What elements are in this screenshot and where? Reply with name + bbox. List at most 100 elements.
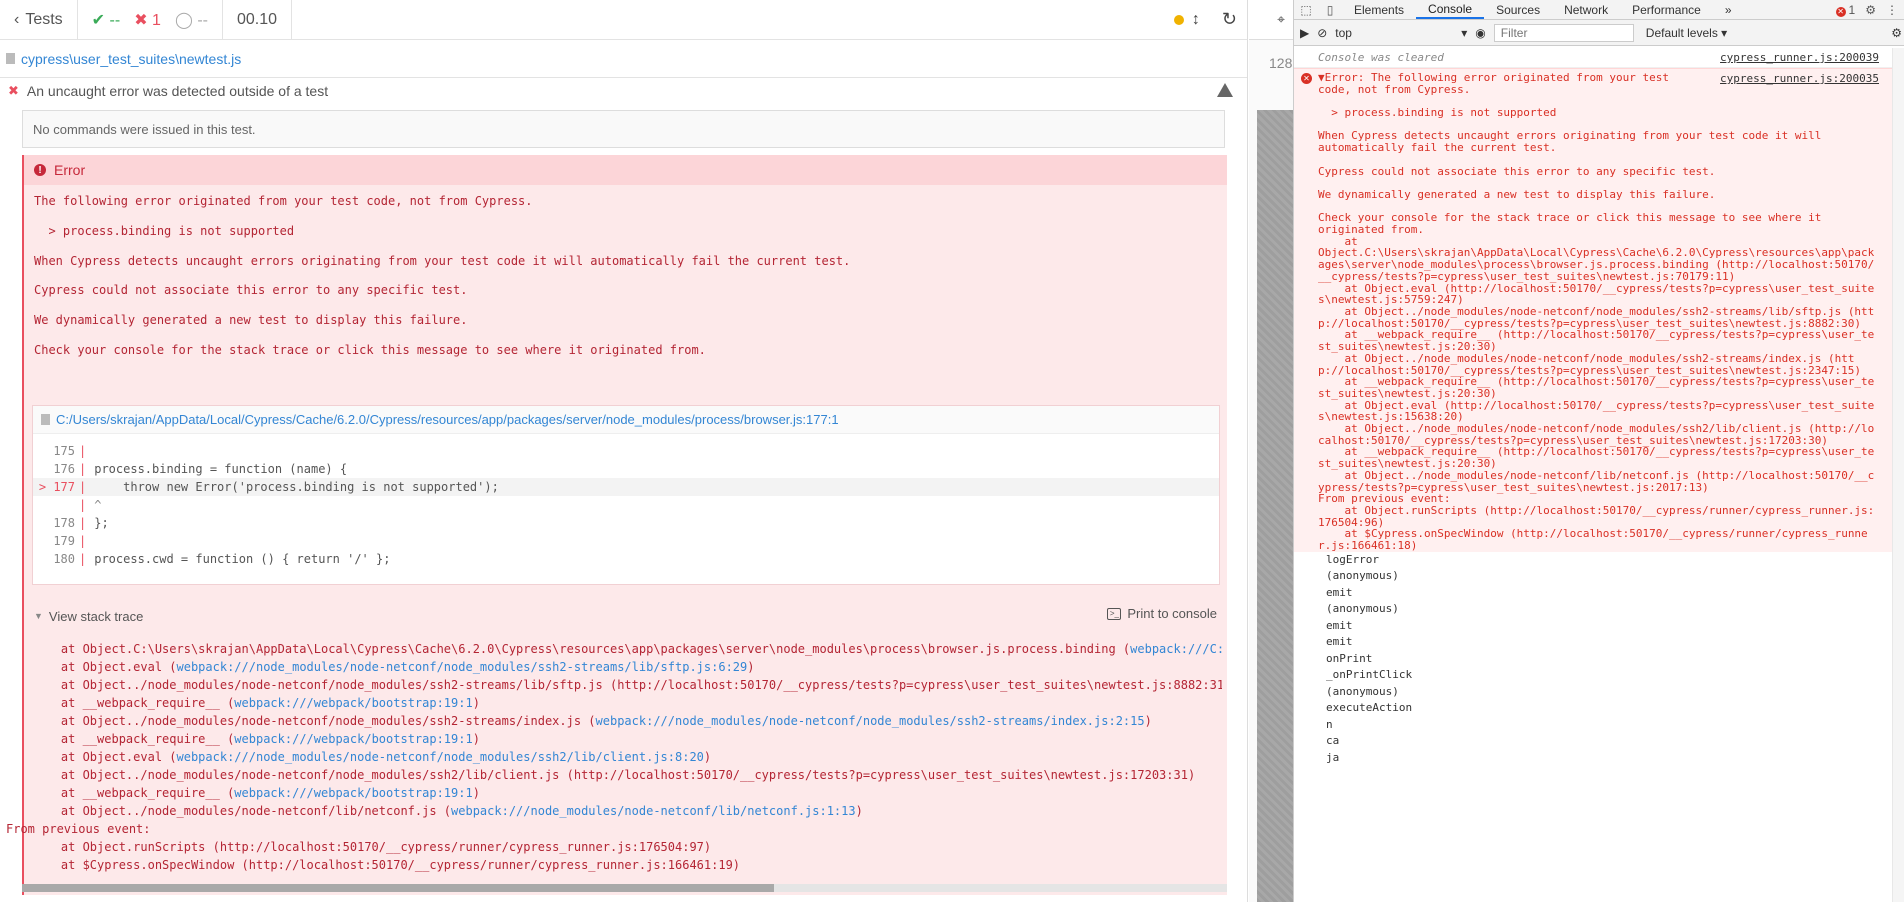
call-stack-frame[interactable]: (anonymous) [1326, 601, 1904, 618]
live-expression-eye-icon[interactable]: ◉ [1475, 26, 1485, 40]
call-stack-frame[interactable]: (anonymous) [1326, 568, 1904, 585]
crosshair-icon[interactable]: ⌖ [1277, 11, 1285, 28]
code-line-highlighted: > 177 | throw new Error('process.binding … [33, 478, 1219, 496]
code-line: 178 |}; [53, 516, 109, 530]
devtools-panel: ⬚ ▯ Elements Console Sources Network Per… [1293, 0, 1904, 902]
tab-network[interactable]: Network [1552, 0, 1620, 19]
error-counter[interactable]: ✕ 1 [1835, 3, 1855, 17]
code-frame-file-link[interactable]: C:/Users/skrajan/AppData/Local/Cypress/C… [33, 406, 1219, 434]
code-line: 180 | process.cwd = function () { return '… [53, 552, 391, 566]
more-tabs-button[interactable]: » [1713, 0, 1744, 19]
chevron-left-icon: ‹ [14, 10, 20, 28]
auto-scroll-toggle-icon[interactable]: ↕ [1192, 11, 1200, 29]
settings-gear-icon[interactable]: ⚙ [1865, 3, 1876, 17]
call-stack-frame[interactable]: emit [1326, 618, 1904, 635]
sidebar-toggle-icon[interactable]: ▶ [1300, 26, 1309, 40]
inspect-element-icon[interactable]: ⬚ [1294, 0, 1318, 19]
call-stack-frame[interactable]: executeAction [1326, 700, 1904, 717]
console-line: at Object.runScripts (http://localhost:5… [1318, 503, 1875, 517]
console-error-message[interactable]: ✕ cypress_runner.js:200035 ▼Error: The f… [1294, 68, 1904, 552]
error-panel[interactable]: ! Error The following error originated f… [6, 155, 1227, 895]
console-settings-gear-icon[interactable]: ⚙ [1891, 26, 1904, 40]
circle-icon: ◯ [174, 11, 193, 29]
test-title-row[interactable]: ✖ An uncaught error was detected outside… [0, 78, 1247, 104]
print-to-console-button[interactable]: >_ Print to console [1107, 606, 1217, 621]
pending-stat: ◯ -- [174, 11, 208, 29]
device-toolbar-icon[interactable]: ▯ [1318, 0, 1342, 19]
spec-path-bar: cypress\user_test_suites\newtest.js [0, 40, 1247, 78]
viewport-width: 128 [1269, 55, 1293, 71]
clear-console-icon[interactable]: ⊘ [1317, 26, 1327, 40]
console-line: r.js:166461:18) [1318, 539, 1418, 553]
no-commands-message: No commands were issued in this test. [22, 110, 1225, 148]
call-stack-frame[interactable]: logError [1326, 552, 1904, 569]
rerun-icon[interactable]: ↻ [1222, 9, 1237, 30]
code-frame: C:/Users/skrajan/AppData/Local/Cypress/C… [32, 405, 1220, 585]
error-line: We dynamically generated a new test to d… [34, 313, 468, 327]
reporter-header: ‹ Tests ✔ -- ✖ 1 ◯ -- 00.10 ↕ ↻ [0, 0, 1247, 40]
stack-line: at Object../node_modules/node-netconf/no… [32, 678, 1222, 692]
call-stack-frame[interactable]: ca [1326, 733, 1904, 750]
call-stack-list: logError (anonymous) emit (anonymous) emit em… [1294, 552, 1904, 767]
console-output: Console was cleared cypress_runner.js:20… [1294, 48, 1904, 766]
error-header: ! Error [24, 155, 1227, 185]
call-stack-frame[interactable]: _onPrintClick [1326, 667, 1904, 684]
scrollbar-thumb[interactable] [22, 884, 774, 892]
code-line: 176 | process.binding = function (name) { [53, 462, 348, 476]
test-title: An uncaught error was detected outside o… [26, 83, 329, 99]
warning-icon [1217, 83, 1233, 97]
source-link[interactable]: cypress_runner.js:200039 [1720, 51, 1879, 64]
stack-line: at Object.eval (webpack:///node_modules/… [32, 750, 712, 764]
console-line: at Object../node_modules/node-netconf/no… [1318, 422, 1875, 436]
error-line: The following error originated from your… [34, 194, 533, 208]
call-stack-frame[interactable]: emit [1326, 634, 1904, 651]
tab-console[interactable]: Console [1416, 0, 1485, 19]
console-scrollbar[interactable] [1892, 48, 1904, 902]
stack-line: at __webpack_require__ (webpack:///webpa… [32, 696, 480, 710]
source-link[interactable]: cypress_runner.js:200035 [1720, 72, 1879, 85]
selector-playground-icon-bar: ⌖ [1249, 0, 1293, 40]
console-line: originated from. [1318, 223, 1424, 237]
kebab-menu-icon[interactable]: ⋮ [1886, 3, 1898, 17]
tab-performance[interactable]: Performance [1620, 0, 1713, 19]
log-levels-dropdown[interactable]: Default levels ▾ [1646, 26, 1727, 40]
call-stack-frame[interactable]: n [1326, 717, 1904, 734]
failed-x-icon: ✖ [8, 83, 19, 98]
error-icon: ! [34, 164, 46, 176]
dropdown-arrow-icon: ▾ [1461, 25, 1468, 40]
error-text: ▼Error: The following error originated f… [1318, 72, 1879, 552]
stack-trace: at Object.C:\Users\skrajan\AppData\Local… [6, 640, 1222, 874]
console-filter-input[interactable] [1493, 23, 1634, 42]
spec-path-link[interactable]: cypress\user_test_suites\newtest.js [21, 51, 241, 67]
x-icon: ✖ [134, 11, 148, 29]
stack-line: at $Cypress.onSpecWindow (http://localho… [32, 858, 741, 872]
error-line: Cypress could not associate this error t… [34, 283, 468, 297]
stack-line: at Object../node_modules/node-netconf/li… [32, 804, 863, 818]
error-line: Check your console for the stack trace o… [34, 343, 706, 357]
console-cleared-message: Console was cleared cypress_runner.js:20… [1294, 48, 1904, 68]
context-selector[interactable]: top ▾ [1335, 26, 1467, 40]
stats: ✔ -- ✖ 1 ◯ -- [78, 0, 223, 40]
error-line: > process.binding is not supported [34, 224, 295, 238]
console-line: at Object../node_modules/node-netconf/no… [1318, 351, 1855, 365]
stack-line: at Object.eval (webpack:///node_modules/… [32, 660, 755, 674]
call-stack-frame[interactable]: emit [1326, 585, 1904, 602]
call-stack-frame[interactable]: ja [1326, 750, 1904, 767]
cypress-reporter: ‹ Tests ✔ -- ✖ 1 ◯ -- 00.10 ↕ ↻ cypress\… [0, 0, 1248, 902]
view-stack-trace-toggle[interactable]: ▼ View stack trace [34, 609, 143, 624]
back-to-tests-button[interactable]: ‹ Tests [0, 0, 78, 40]
failed-stat: ✖ 1 [134, 11, 161, 29]
passed-stat: ✔ -- [91, 11, 121, 29]
running-indicator-icon [1173, 14, 1184, 25]
call-stack-frame[interactable]: onPrint [1326, 651, 1904, 668]
code-lines: 175 | 176 | process.binding = function (nam… [33, 434, 1219, 568]
caret-down-icon: ▼ [34, 611, 43, 621]
tab-sources[interactable]: Sources [1484, 0, 1552, 19]
call-stack-frame[interactable]: (anonymous) [1326, 684, 1904, 701]
check-icon: ✔ [91, 11, 106, 29]
console-line: automatically fail the current test. [1318, 141, 1557, 155]
horizontal-scrollbar[interactable] [22, 884, 1227, 892]
stack-line: at __webpack_require__ (webpack:///webpa… [32, 786, 480, 800]
tab-elements[interactable]: Elements [1342, 0, 1416, 19]
stack-line: at Object../node_modules/node-netconf/no… [32, 768, 1196, 782]
